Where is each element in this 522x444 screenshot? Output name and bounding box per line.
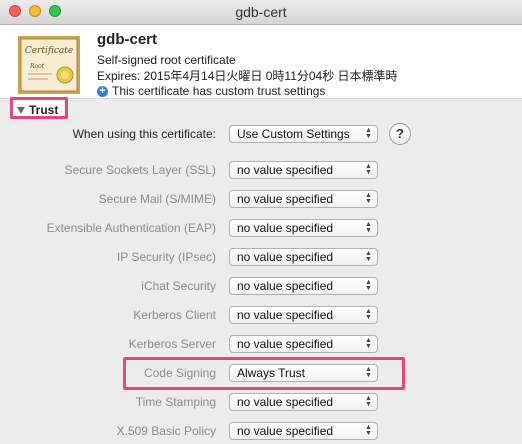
when-using-popup[interactable]: Use Custom Settings ▲ ▼ — [229, 125, 378, 143]
certificate-window: gdb-cert Certificate Root gdb-cert Self-… — [0, 0, 522, 444]
time-stamping-popup[interactable]: no value specified ▲ ▼ — [229, 393, 378, 411]
popup-arrows-icon: ▲ ▼ — [365, 221, 372, 234]
code-signing-value: Always Trust — [237, 366, 306, 380]
popup-arrows-icon: ▲ ▼ — [365, 279, 372, 292]
help-button[interactable]: ? — [389, 123, 411, 145]
smime-popup[interactable]: no value specified ▲ ▼ — [229, 190, 378, 208]
popup-arrows-icon: ▲ ▼ — [365, 366, 372, 379]
code-signing-popup[interactable]: Always Trust ▲ ▼ — [229, 364, 378, 382]
kerberos-client-label: Kerberos Client — [133, 308, 216, 322]
trust-disclosure[interactable]: Trust — [17, 103, 58, 117]
ichat-value: no value specified — [237, 279, 334, 293]
kerberos-server-value: no value specified — [237, 337, 334, 351]
popup-arrows-icon: ▲ ▼ — [365, 163, 372, 176]
time-stamping-value: no value specified — [237, 395, 334, 409]
ipsec-label: IP Security (IPsec) — [116, 250, 216, 264]
info-plus-icon: + — [97, 85, 108, 97]
kerberos-server-popup[interactable]: no value specified ▲ ▼ — [229, 335, 378, 353]
certificate-type: Self-signed root certificate — [97, 53, 236, 67]
title-bar: gdb-cert — [0, 0, 522, 25]
basic-policy-value: no value specified — [237, 424, 334, 438]
kerberos-client-value: no value specified — [237, 308, 334, 322]
when-using-value: Use Custom Settings — [237, 127, 350, 141]
eap-value: no value specified — [237, 221, 334, 235]
certificate-expiry: Expires: 2015年4月14日火曜日 0時11分04秒 日本標準時 — [97, 69, 398, 83]
popup-arrows-icon: ▲ ▼ — [365, 250, 372, 263]
kerberos-client-popup[interactable]: no value specified ▲ ▼ — [229, 306, 378, 324]
code-signing-label: Code Signing — [143, 366, 216, 380]
kerberos-server-label: Kerberos Server — [128, 337, 216, 351]
popup-arrows-icon: ▲ ▼ — [365, 395, 372, 408]
basic-policy-popup[interactable]: no value specified ▲ ▼ — [229, 422, 378, 440]
popup-arrows-icon: ▲ ▼ — [365, 337, 372, 350]
when-using-label: When using this certificate: — [72, 127, 216, 141]
svg-text:Root: Root — [29, 63, 45, 70]
smime-value: no value specified — [237, 192, 334, 206]
ichat-label: iChat Security — [141, 279, 216, 293]
popup-arrows-icon: ▲ ▼ — [365, 308, 372, 321]
ichat-popup[interactable]: no value specified ▲ ▼ — [229, 277, 378, 295]
trust-note: + This certificate has custom trust sett… — [97, 84, 325, 98]
basic-policy-label: X.509 Basic Policy — [116, 424, 216, 438]
ssl-label: Secure Sockets Layer (SSL) — [64, 163, 216, 177]
ipsec-popup[interactable]: no value specified ▲ ▼ — [229, 248, 378, 266]
ipsec-value: no value specified — [237, 250, 334, 264]
smime-label: Secure Mail (S/MIME) — [98, 192, 216, 206]
time-stamping-label: Time Stamping — [135, 395, 216, 409]
trust-section-label: Trust — [29, 103, 59, 117]
ssl-popup[interactable]: no value specified ▲ ▼ — [229, 161, 378, 179]
popup-arrows-icon: ▲ ▼ — [365, 424, 372, 437]
trust-note-text: This certificate has custom trust settin… — [112, 84, 326, 98]
window-title: gdb-cert — [235, 4, 287, 20]
certificate-name: gdb-cert — [97, 31, 157, 48]
svg-text:Certificate: Certificate — [25, 46, 73, 56]
eap-label: Extensible Authentication (EAP) — [46, 221, 216, 235]
ssl-value: no value specified — [237, 163, 334, 177]
popup-arrows-icon: ▲ ▼ — [365, 192, 372, 205]
disclosure-triangle-icon[interactable] — [17, 106, 25, 114]
certificate-header: Certificate Root gdb-cert Self-signed ro… — [0, 25, 522, 99]
certificate-icon: Certificate Root — [18, 36, 80, 94]
eap-popup[interactable]: no value specified ▲ ▼ — [229, 219, 378, 237]
popup-arrows-icon: ▲ ▼ — [365, 127, 372, 140]
